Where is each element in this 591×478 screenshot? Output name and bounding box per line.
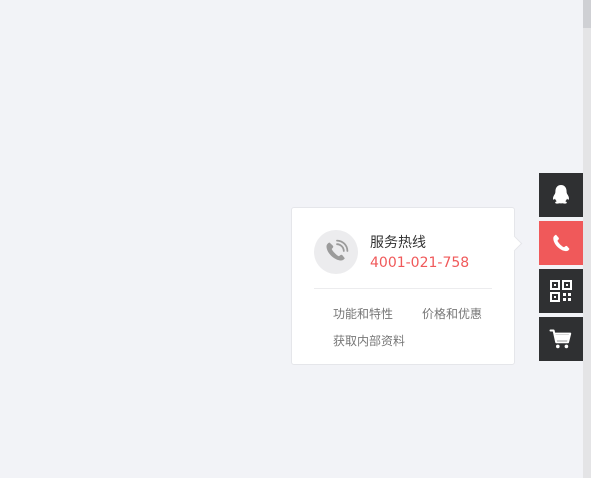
hotline-phone-icon [314,230,358,274]
pricing-link[interactable]: 价格和优惠 [422,305,482,322]
qrcode-icon [550,280,572,302]
phone-button[interactable] [539,221,583,265]
qq-icon [552,185,570,204]
hotline-title: 服务热线 [370,235,426,251]
hotline-popup: 服务热线 4001-021-758 功能和特性 价格和优惠 获取内部资料 [291,207,523,365]
hotline-number: 4001-021-758 [370,255,470,271]
internal-docs-link[interactable]: 获取内部资料 [333,332,405,349]
phone-icon [553,234,570,252]
qrcode-button[interactable] [539,269,583,313]
scrollbar-thumb[interactable] [583,0,591,28]
cart-button[interactable] [539,317,583,361]
cart-icon [549,329,572,349]
qq-button[interactable] [539,173,583,217]
popup-divider [314,288,492,289]
features-link[interactable]: 功能和特性 [333,305,393,322]
popup-arrow [506,235,523,252]
phone-waves-icon [326,239,349,261]
page-scrollbar[interactable] [583,0,591,478]
